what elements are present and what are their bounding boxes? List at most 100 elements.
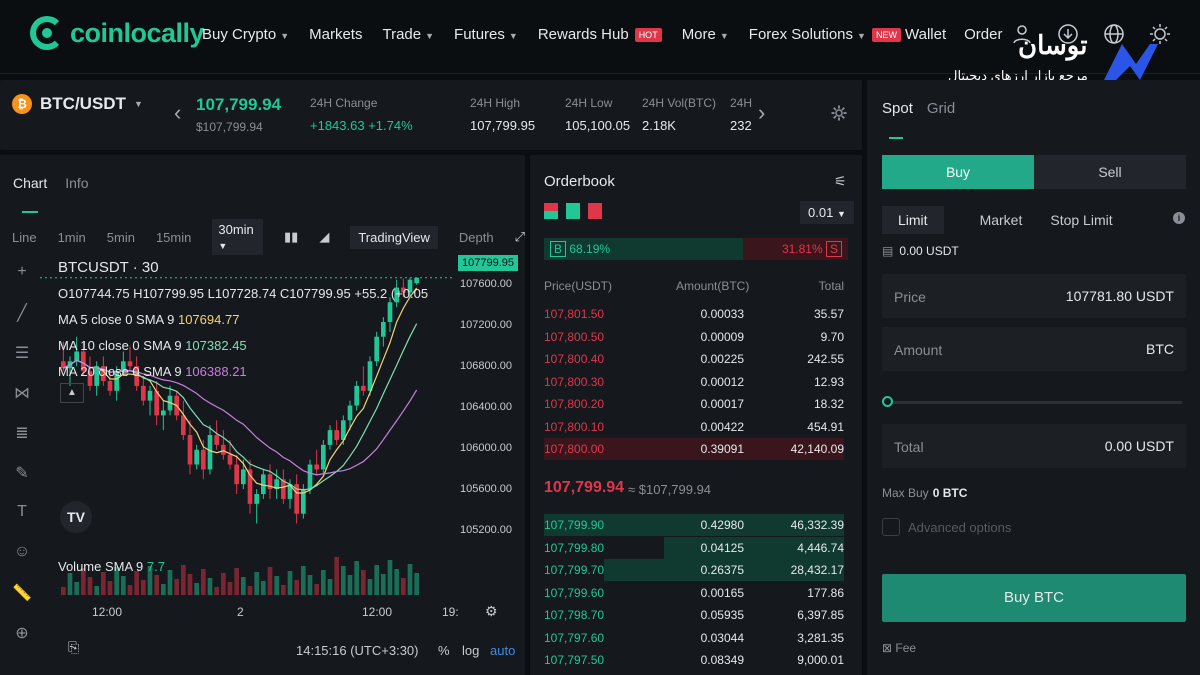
ask-row[interactable]: 107,801.50 0.00033 35.57 <box>544 303 844 325</box>
nav-label: Rewards Hub <box>537 26 629 43</box>
text-icon[interactable]: T <box>12 503 32 523</box>
auto-toggle[interactable]: auto <box>490 643 515 658</box>
stat-value: +1843.63 +1.74% <box>310 118 413 133</box>
settings-gear-icon[interactable] <box>830 104 848 122</box>
nav-label: Trade <box>382 26 422 43</box>
volume-bar <box>321 570 326 595</box>
tab-spot[interactable]: Spot <box>882 100 913 117</box>
volume-bar <box>74 582 79 595</box>
buy-tab[interactable]: Buy <box>882 155 1034 189</box>
axis-settings-icon[interactable]: ⚙ <box>485 603 498 620</box>
fullscreen-icon[interactable]: ⤢ <box>515 229 525 245</box>
ask-row[interactable]: 107,800.10 0.00422 454.91 <box>544 416 844 438</box>
nav-item-markets[interactable]: Markets <box>309 26 362 43</box>
cell-total: 9,000.01 <box>797 653 844 667</box>
cell-amount: 0.00012 <box>700 374 744 389</box>
advanced-checkbox[interactable] <box>882 518 900 536</box>
tf-1min[interactable]: 1min <box>58 230 86 245</box>
nav-item-futures[interactable]: Futures ▼ <box>454 26 518 43</box>
log-toggle[interactable]: log <box>462 643 479 658</box>
nav-label: More <box>681 26 716 43</box>
total-field[interactable]: Total 0.00 USDT <box>882 424 1186 468</box>
horizontal-lines-icon[interactable]: ☰ <box>12 343 32 363</box>
bid-row[interactable]: 107,797.50 0.08349 9,000.01 <box>544 649 844 671</box>
tab-info[interactable]: Info <box>65 175 88 191</box>
bid-row[interactable]: 107,797.60 0.03044 3,281.35 <box>544 627 844 649</box>
sell-letter: S <box>825 241 842 257</box>
total-number: 0.00 <box>1104 438 1132 454</box>
ask-row[interactable]: 107,800.20 0.00017 18.32 <box>544 393 844 415</box>
advanced-options[interactable]: Advanced options <box>882 518 1011 536</box>
ask-row[interactable]: 107,800.40 0.00225 242.55 <box>544 348 844 370</box>
info-icon[interactable]: i <box>1173 212 1185 224</box>
tab-chart[interactable]: Chart <box>13 175 47 191</box>
nav-item-more[interactable]: More ▼ <box>682 26 729 43</box>
stat-value: 107,799.95 <box>470 118 536 133</box>
bid-row[interactable]: 107,799.60 0.00165 177.86 <box>544 582 844 604</box>
cell-amount: 0.08349 <box>700 653 744 667</box>
emoji-icon[interactable]: ☺ <box>12 543 32 563</box>
price-field[interactable]: Price 107781.80 USDT <box>882 274 1186 318</box>
candle-body <box>181 415 186 436</box>
candle-body <box>307 464 313 490</box>
tf-15min[interactable]: 15min <box>156 230 191 245</box>
order-type-limit[interactable]: Limit <box>882 206 944 234</box>
amount-slider[interactable] <box>882 396 1186 408</box>
indicator-icon[interactable]: ◢ <box>319 229 329 245</box>
buy-btc-button[interactable]: Buy BTC <box>882 574 1186 622</box>
nav-item-rewards-hub[interactable]: Rewards Hub HOT <box>538 26 662 43</box>
slider-knob[interactable] <box>882 396 893 407</box>
tf-30min[interactable]: 30min ▼ <box>212 219 264 255</box>
nav-item-trade[interactable]: Trade ▼ <box>382 26 434 43</box>
pattern-icon[interactable]: ⋈ <box>12 383 32 403</box>
tab-grid[interactable]: Grid <box>927 100 955 117</box>
volume-bar <box>374 565 379 595</box>
chevron-left-icon[interactable]: ‹ <box>174 100 181 126</box>
view-bids-icon[interactable] <box>566 203 580 219</box>
order-type-stop-limit[interactable]: Stop Limit <box>1050 212 1112 228</box>
zoom-icon[interactable]: ⊕ <box>12 623 32 643</box>
tradingview-button[interactable]: TradingView <box>350 225 438 249</box>
caret-down-icon: ▼ <box>857 31 866 41</box>
ruler-icon[interactable]: 📏 <box>12 583 32 603</box>
brush-icon[interactable]: ✎ <box>12 463 32 483</box>
volume-bar <box>187 574 193 595</box>
time-tick: 12:00 <box>362 605 393 619</box>
pair-selector[interactable]: ₿ BTC/USDT ▼ <box>12 94 143 114</box>
volume-bar <box>234 568 239 595</box>
bid-row[interactable]: 107,799.90 0.42980 46,332.39 <box>544 514 844 536</box>
tf-line[interactable]: Line <box>12 230 37 245</box>
compare-icon[interactable]: ⎘ <box>68 639 79 656</box>
bid-row[interactable]: 107,799.70 0.26375 28,432.17 <box>544 559 844 581</box>
bid-row[interactable]: 107,798.70 0.05935 6,397.85 <box>544 604 844 626</box>
view-both-icon[interactable] <box>544 203 558 219</box>
view-asks-icon[interactable] <box>588 203 602 219</box>
ma5-legend: MA 5 close 0 SMA 9 107694.77 <box>58 307 428 333</box>
ask-row[interactable]: 107,800.00 0.39091 42,140.09 <box>544 438 844 460</box>
trendline-icon[interactable]: ╱ <box>12 303 32 323</box>
collapse-legend-icon[interactable]: ▲ <box>60 383 84 403</box>
amount-field[interactable]: Amount BTC <box>882 327 1186 371</box>
fib-icon[interactable]: ≣ <box>12 423 32 443</box>
bid-row[interactable]: 107,799.80 0.04125 4,446.74 <box>544 536 844 559</box>
candle-type-icon[interactable]: ▮▮ <box>284 229 298 245</box>
order-type-market[interactable]: Market <box>980 212 1023 228</box>
price-number: 107781.80 <box>1065 288 1132 304</box>
sell-tab[interactable]: Sell <box>1034 155 1186 189</box>
chevron-right-icon[interactable]: › <box>758 100 765 126</box>
ask-row[interactable]: 107,800.50 0.00009 9.70 <box>544 326 844 348</box>
fee-link[interactable]: ⊠ Fee <box>882 641 916 655</box>
brand-logo[interactable]: coinlocally <box>30 16 205 50</box>
precision-select[interactable]: 0.01 ▼ <box>800 201 854 224</box>
percent-toggle[interactable]: % <box>438 643 450 658</box>
wallet-link[interactable]: Wallet <box>905 26 946 43</box>
nav-label: Markets <box>309 26 363 43</box>
nav-item-buy-crypto[interactable]: Buy Crypto ▼ <box>202 26 289 43</box>
nav-item-forex-solutions[interactable]: Forex Solutions ▼ NEW <box>749 26 901 43</box>
volume-bar <box>201 569 206 595</box>
orderbook-settings-icon[interactable]: ⚟ <box>834 173 847 190</box>
tf-5min[interactable]: 5min <box>107 230 135 245</box>
crosshair-icon[interactable]: + <box>12 263 32 283</box>
ask-row[interactable]: 107,800.30 0.00012 12.93 <box>544 371 844 393</box>
depth-button[interactable]: Depth <box>459 230 494 245</box>
